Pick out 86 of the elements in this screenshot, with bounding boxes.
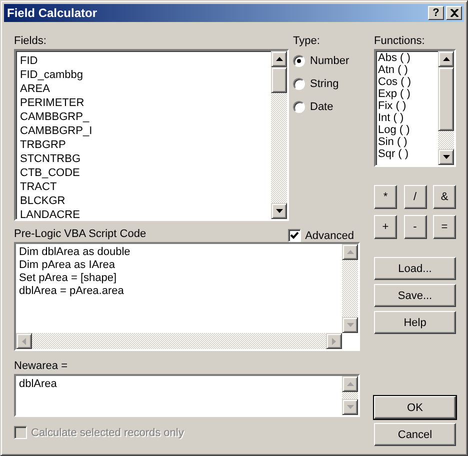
close-button[interactable]	[446, 6, 462, 20]
scroll-down-button[interactable]	[342, 399, 358, 415]
script-code-label: Pre-Logic VBA Script Code	[14, 227, 146, 241]
field-list-item[interactable]: TRACT	[20, 180, 268, 194]
advanced-checkbox[interactable]: Advanced	[288, 229, 354, 242]
window-title: Field Calculator	[7, 6, 98, 20]
radio-button[interactable]	[293, 55, 305, 67]
operator-button[interactable]: -	[404, 215, 426, 239]
expression-label: Newarea =	[14, 359, 69, 373]
field-list-item[interactable]: CAMBBGRP_I	[20, 124, 268, 138]
type-radio-option[interactable]: String	[293, 78, 360, 90]
function-list-item[interactable]: Abs ( )	[378, 52, 436, 64]
field-list-item[interactable]: PERIMETER	[20, 96, 268, 110]
type-radio-option[interactable]: Date	[293, 101, 360, 113]
operator-button[interactable]: /	[404, 185, 426, 209]
down-arrow-icon	[346, 323, 354, 327]
field-list-item[interactable]: FID	[20, 54, 268, 68]
function-list-item[interactable]: Fix ( )	[378, 100, 436, 112]
close-icon	[450, 9, 458, 17]
dialog-button[interactable]: Help	[374, 311, 456, 334]
help-button[interactable]: ?	[428, 6, 444, 20]
scroll-bar[interactable]	[271, 51, 287, 219]
function-list-item[interactable]: Exp ( )	[378, 88, 436, 100]
type-label: Type:	[293, 34, 321, 48]
function-list-item[interactable]: Sqr ( )	[378, 148, 436, 160]
up-arrow-icon	[346, 250, 354, 254]
scroll-right-button[interactable]	[326, 333, 342, 349]
down-arrow-icon	[442, 155, 450, 159]
down-arrow-icon	[276, 209, 282, 213]
function-list-item[interactable]: Cos ( )	[378, 76, 436, 88]
scroll-bar[interactable]	[16, 333, 342, 349]
function-list-item[interactable]: Sin ( )	[378, 136, 436, 148]
radio-button[interactable]	[293, 78, 305, 90]
radio-button[interactable]	[293, 101, 305, 113]
operator-button[interactable]: +	[374, 215, 397, 239]
scroll-bar[interactable]	[342, 244, 358, 333]
dialog-button[interactable]: OK	[374, 396, 456, 419]
scroll-bar[interactable]	[438, 51, 454, 165]
field-list-item[interactable]: CAMBBGRP_	[20, 110, 268, 124]
code-line: dblArea = pArea.area	[19, 285, 125, 298]
code-line: Dim dblArea as double	[19, 246, 132, 259]
fields-label: Fields:	[14, 34, 48, 48]
function-list-item[interactable]: Atn ( )	[378, 64, 436, 76]
scroll-up-button[interactable]	[342, 376, 358, 392]
scroll-down-button[interactable]	[271, 203, 287, 219]
operator-button[interactable]: &	[433, 185, 456, 209]
field-list-item[interactable]: CTB_CODE	[20, 166, 268, 180]
scroll-thumb[interactable]	[271, 67, 287, 93]
dialog-button[interactable]: Cancel	[374, 423, 456, 446]
field-list-item[interactable]: AREA	[20, 82, 268, 96]
scroll-thumb[interactable]	[438, 67, 454, 131]
up-arrow-icon	[442, 57, 450, 61]
code-line: Dim pArea as IArea	[19, 259, 116, 272]
type-radio-option[interactable]: Number	[293, 55, 360, 67]
scroll-up-button[interactable]	[342, 244, 358, 260]
field-list-item[interactable]: FID_cambbg	[20, 68, 268, 82]
field-list-item[interactable]: LANDACRE	[20, 208, 268, 219]
left-arrow-icon	[22, 338, 26, 344]
code-line: Set pArea = [shape]	[19, 272, 118, 285]
function-list-item[interactable]: Int ( )	[378, 112, 436, 124]
expression-field[interactable]: dblArea	[14, 374, 360, 417]
scroll-left-button[interactable]	[16, 333, 32, 349]
scroll-bar[interactable]	[342, 376, 358, 415]
expression-text: dblArea	[19, 378, 58, 391]
scroll-up-button[interactable]	[271, 51, 287, 67]
checkmark-icon	[290, 231, 300, 240]
field-list-item[interactable]: STCNTRBG	[20, 152, 268, 166]
scroll-down-button[interactable]	[342, 317, 358, 333]
fields-list[interactable]: FID FID_cambbg AREA PERIMETER CAMBBGRP_ CAMBBGRP_I TRBGRP STCNTRBG CTB_CODE TRACT BLCKGR LANDACRE	[14, 49, 289, 221]
script-code-field[interactable]: Dim dblArea as double Dim pArea as IArea Set pArea = [shape] dblArea = pArea.area	[14, 242, 360, 351]
field-list-item[interactable]: TRBGRP	[20, 138, 268, 152]
right-arrow-icon	[332, 338, 336, 344]
down-arrow-icon	[346, 405, 354, 409]
functions-list[interactable]: Abs ( ) Atn ( ) Cos ( ) Exp ( ) Fix ( ) Int ( ) Log ( ) Sin ( ) Sqr ( )	[374, 49, 456, 167]
up-arrow-icon	[276, 57, 282, 61]
scroll-down-button[interactable]	[438, 149, 454, 165]
checkbox[interactable]	[288, 229, 302, 242]
function-list-item[interactable]: Log ( )	[378, 124, 436, 136]
operator-button[interactable]: *	[374, 185, 397, 209]
up-arrow-icon	[346, 382, 354, 386]
functions-label: Functions:	[374, 34, 426, 48]
operator-button[interactable]: =	[433, 215, 456, 239]
field-list-item[interactable]: BLCKGR	[20, 194, 268, 208]
scroll-up-button[interactable]	[438, 51, 454, 67]
dialog-button[interactable]: Load...	[374, 257, 456, 280]
dialog-button[interactable]: Save...	[374, 284, 456, 307]
